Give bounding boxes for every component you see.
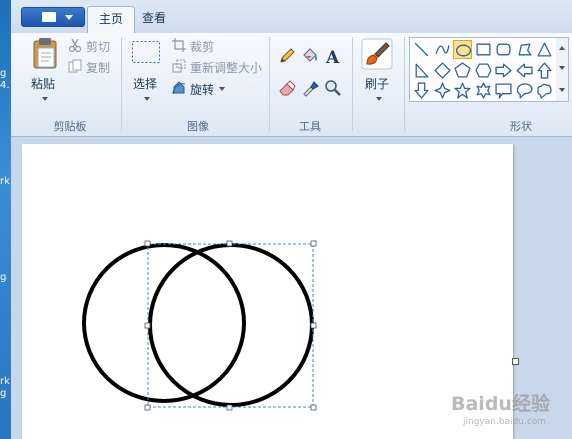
- desktop-text-fragment: g: [0, 68, 7, 79]
- group-divider: [269, 37, 270, 131]
- desktop-text-fragment: g: [0, 272, 7, 283]
- desktop-text-fragment: g: [0, 388, 7, 399]
- shape-star-4-icon[interactable]: [433, 81, 452, 100]
- desktop-text-fragment: rk: [0, 176, 10, 187]
- chevron-down-icon: [65, 15, 73, 20]
- resize-button[interactable]: 重新调整大小: [190, 59, 262, 76]
- chevron-down-icon[interactable]: [219, 87, 225, 91]
- shapes-gallery: [409, 37, 557, 102]
- image-group-label: 图像: [187, 120, 209, 133]
- canvas-resize-handle[interactable]: [512, 358, 519, 365]
- rotate-icon: [172, 81, 186, 95]
- gallery-scroll[interactable]: [556, 37, 569, 102]
- shape-star-5-icon[interactable]: [453, 81, 472, 100]
- paint-menu-button[interactable]: [21, 7, 85, 27]
- circle-selected-shape[interactable]: [148, 243, 314, 407]
- chevron-down-icon[interactable]: [376, 97, 382, 101]
- shape-right-triangle-icon[interactable]: [412, 61, 431, 80]
- clipboard-group-label: 剪贴板: [53, 120, 87, 133]
- shape-rounded-rectangle-icon[interactable]: [494, 40, 513, 59]
- shape-polygon-icon[interactable]: [515, 40, 534, 59]
- svg-text:A: A: [325, 48, 340, 65]
- fill-bucket-icon[interactable]: [301, 47, 319, 65]
- shape-rectangle-icon[interactable]: [474, 40, 493, 59]
- crop-icon: [172, 38, 186, 52]
- paste-button[interactable]: 粘贴: [31, 75, 55, 92]
- shape-callout-cloud-icon[interactable]: [535, 81, 554, 100]
- scissors-icon: [68, 38, 82, 52]
- brush-icon[interactable]: [361, 38, 393, 70]
- canvas-area[interactable]: Baidu经验 jingyan.baidu.com: [11, 137, 572, 439]
- selection-handles[interactable]: [144, 240, 317, 411]
- resize-icon: [172, 59, 186, 73]
- scroll-down-icon[interactable]: [559, 66, 565, 70]
- scroll-up-icon[interactable]: [559, 46, 565, 50]
- expand-gallery-icon[interactable]: [559, 88, 565, 92]
- crop-button[interactable]: 裁剪: [190, 38, 214, 55]
- group-divider: [404, 37, 405, 131]
- eraser-icon[interactable]: [278, 79, 296, 97]
- shape-pentagon-icon[interactable]: [453, 61, 472, 80]
- shape-triangle-icon[interactable]: [535, 40, 554, 59]
- copy-button[interactable]: 复制: [86, 59, 110, 76]
- shape-arrow-up-icon[interactable]: [535, 61, 554, 80]
- copy-icon: [68, 59, 82, 73]
- shape-curve-icon[interactable]: [433, 40, 452, 59]
- shape-callout-oval-icon[interactable]: [515, 81, 534, 100]
- chevron-down-icon[interactable]: [144, 97, 150, 101]
- cut-button[interactable]: 剪切: [86, 38, 110, 55]
- tab-home[interactable]: 主页: [87, 6, 135, 34]
- shape-diamond-icon[interactable]: [433, 61, 452, 80]
- shape-callout-rect-icon[interactable]: [494, 81, 513, 100]
- document-icon: [42, 12, 56, 22]
- select-rectangle-icon[interactable]: [131, 40, 161, 64]
- chevron-down-icon[interactable]: [42, 97, 48, 101]
- shape-star-6-icon[interactable]: [474, 81, 493, 100]
- shape-arrow-right-icon[interactable]: [494, 61, 513, 80]
- paste-icon[interactable]: [30, 37, 60, 69]
- watermark-logo-text: Baidu经验: [451, 393, 550, 415]
- rotate-button[interactable]: 旋转: [190, 81, 214, 98]
- watermark-url: jingyan.baidu.com: [463, 417, 547, 427]
- shape-line-icon[interactable]: [412, 40, 431, 59]
- color-picker-icon[interactable]: [301, 79, 319, 97]
- group-divider: [352, 37, 353, 131]
- shapes-group-label: 形状: [510, 120, 532, 133]
- tools-group-label: 工具: [299, 120, 321, 133]
- pencil-icon[interactable]: [278, 47, 296, 65]
- ribbon-tab-bar: 主页 查看: [11, 0, 572, 34]
- watermark: Baidu经验 jingyan.baidu.com: [451, 377, 561, 437]
- ribbon-home: 粘贴 剪切 复制 剪贴板 选择 裁剪 重新调整大小 旋转 图像 A 工具 刷子 …: [11, 33, 572, 137]
- shape-ellipse-icon[interactable]: [453, 40, 472, 59]
- magnifier-icon[interactable]: [324, 79, 342, 97]
- desktop-text-fragment: 4.: [0, 80, 10, 91]
- desktop-text-fragment: rk: [0, 376, 10, 387]
- circle-drawn-shape: [82, 243, 246, 403]
- shape-arrow-left-icon[interactable]: [515, 61, 534, 80]
- shape-hexagon-icon[interactable]: [474, 61, 493, 80]
- group-divider: [121, 37, 122, 131]
- tab-view[interactable]: 查看: [131, 6, 177, 33]
- text-icon[interactable]: A: [324, 47, 342, 65]
- shape-arrow-down-icon[interactable]: [412, 81, 431, 100]
- select-button[interactable]: 选择: [133, 75, 157, 92]
- drawing-canvas[interactable]: [22, 144, 513, 439]
- drawing-layer: [82, 240, 317, 411]
- desktop-background-strip: g 4. rk g rk g: [0, 0, 11, 439]
- brushes-button[interactable]: 刷子: [365, 75, 389, 92]
